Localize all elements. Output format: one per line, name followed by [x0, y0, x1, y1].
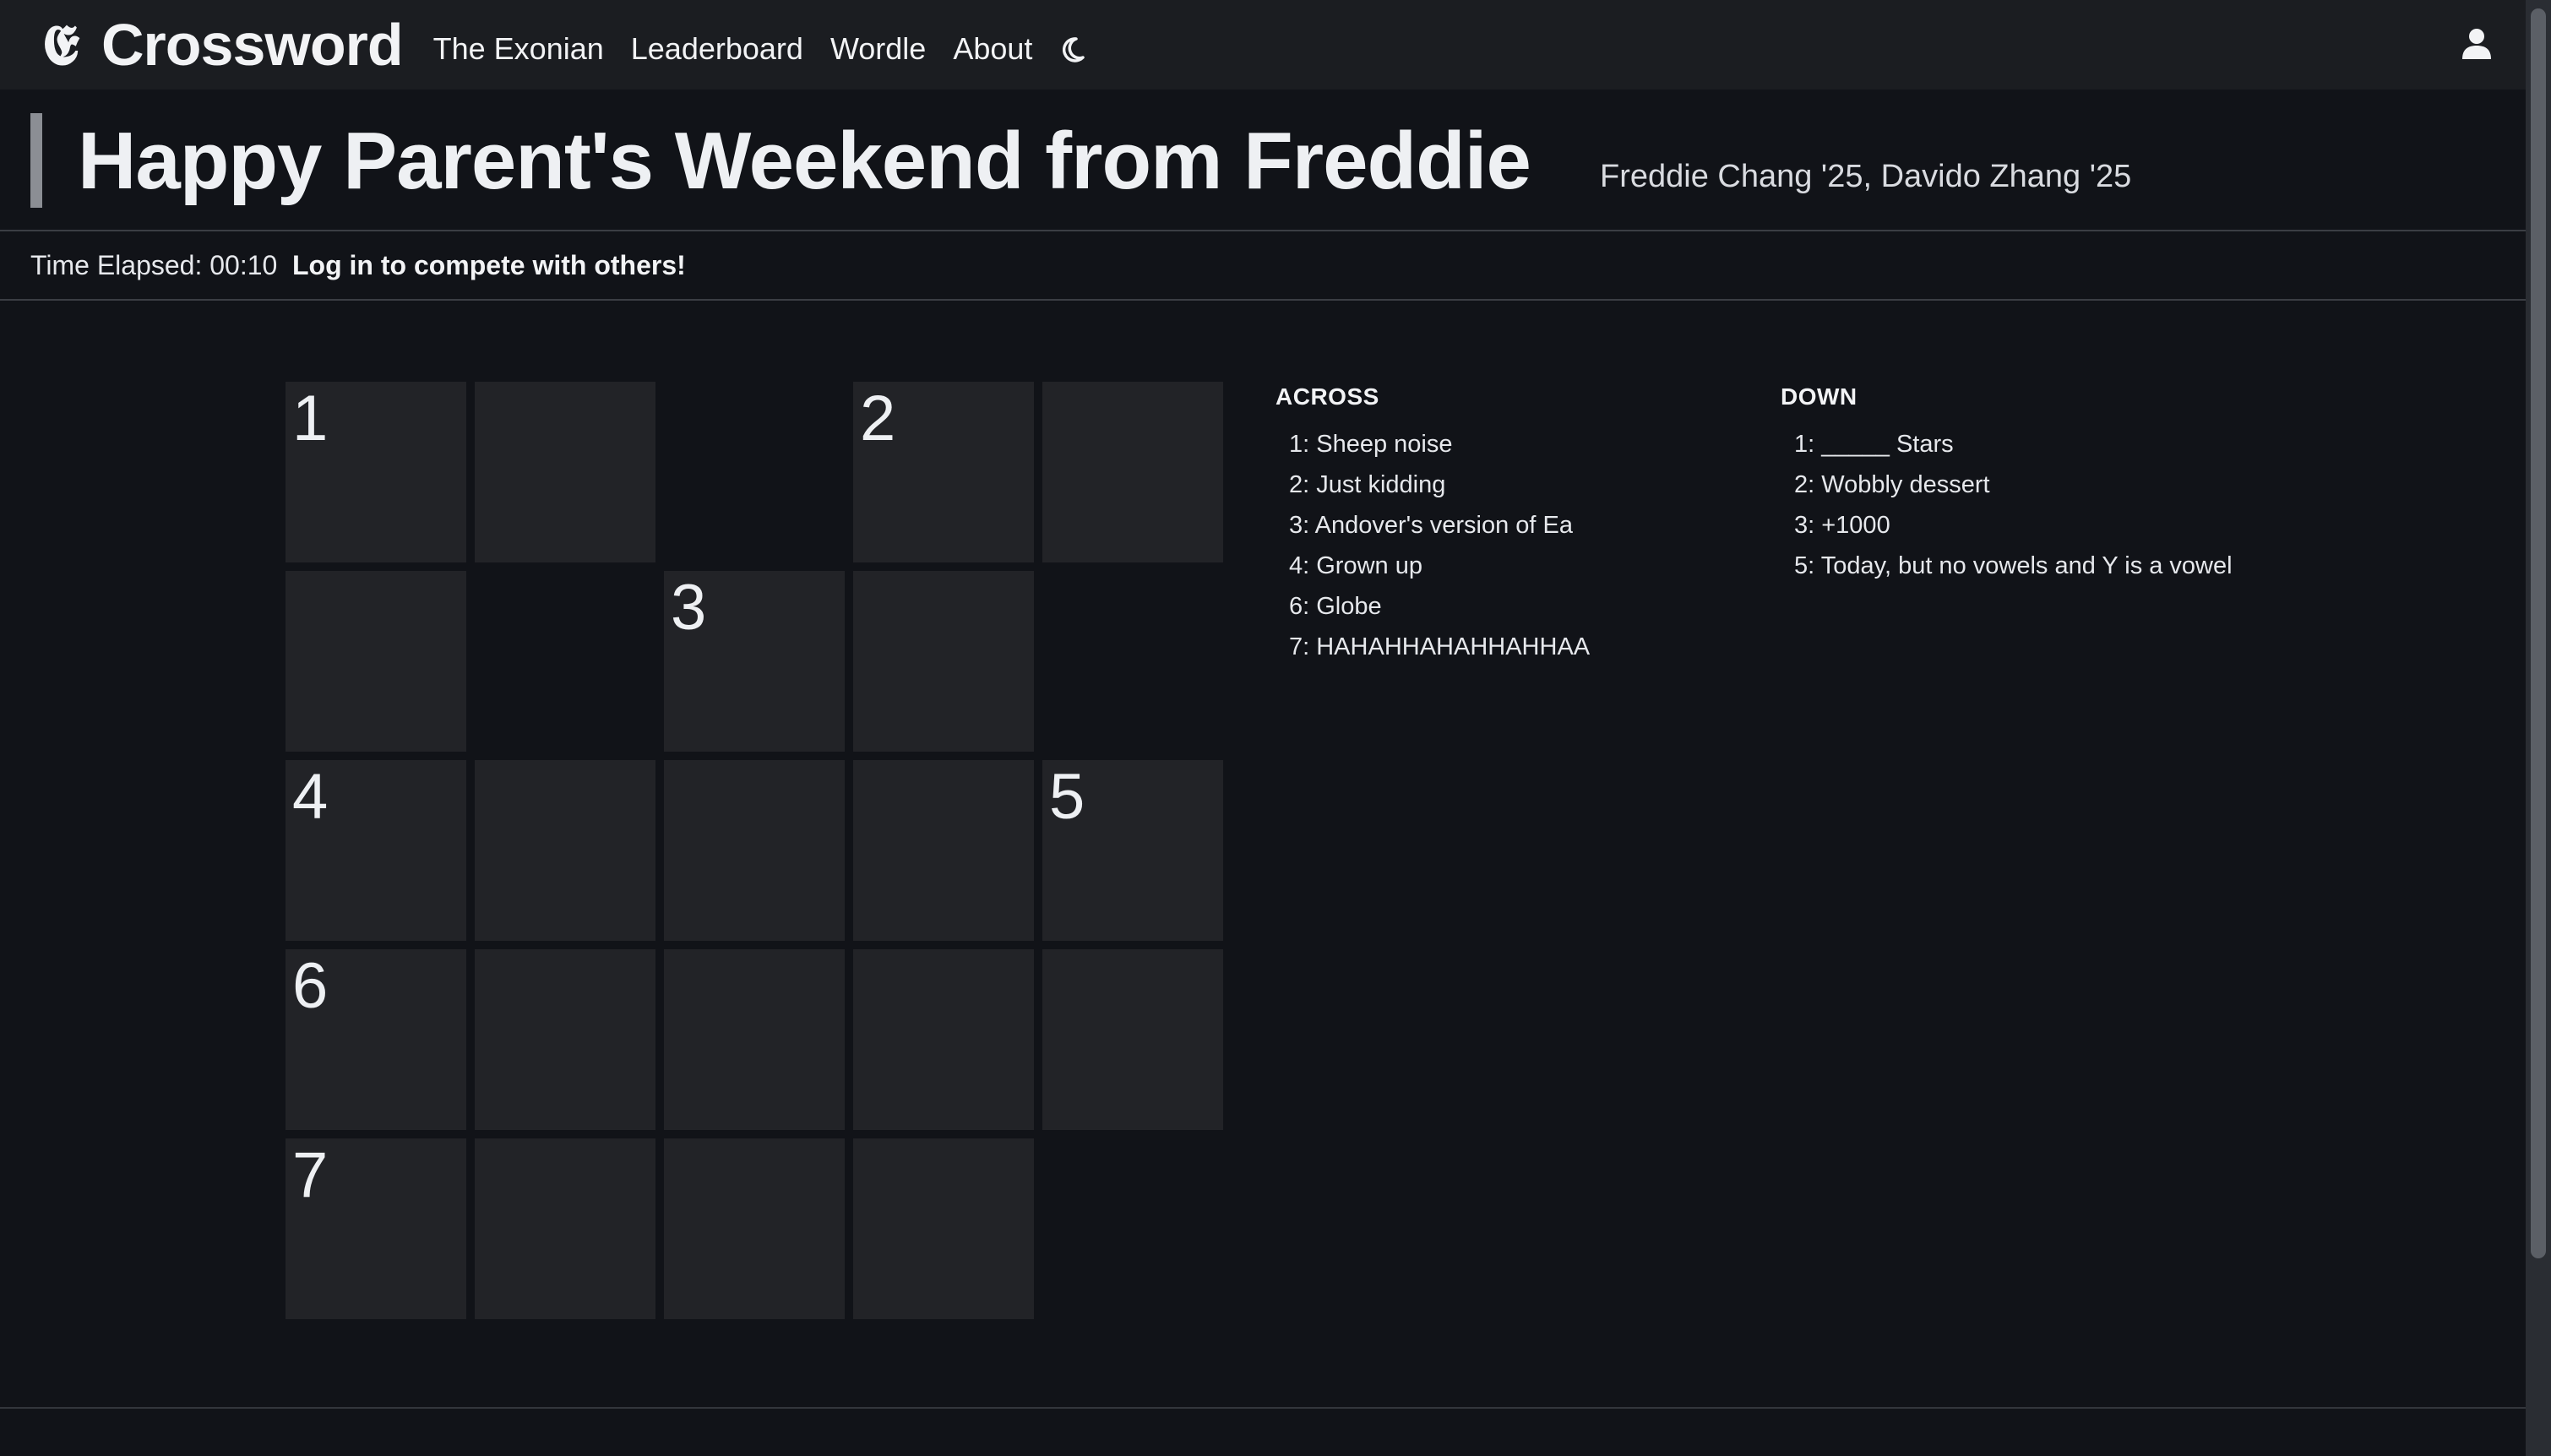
grid-cell[interactable]	[286, 571, 466, 752]
cell-number: 4	[292, 761, 329, 833]
down-heading: DOWN	[1781, 383, 1857, 410]
clue-across-4[interactable]: 4: Grown up	[1289, 546, 1590, 586]
grid-cell[interactable]: 4	[286, 760, 466, 941]
grid-cell[interactable]	[1042, 949, 1223, 1130]
clue-down-1[interactable]: 1: _____ Stars	[1794, 424, 2233, 465]
cell-number: 5	[1049, 761, 1085, 833]
grid-cell[interactable]: 2	[853, 382, 1034, 562]
grid-cell[interactable]	[475, 382, 655, 562]
user-icon[interactable]	[2460, 27, 2494, 61]
grid-cell[interactable]	[475, 1138, 655, 1319]
page-title: Happy Parent's Weekend from Freddie	[78, 116, 1531, 206]
grid-block	[664, 382, 845, 562]
grid-block	[1042, 1138, 1223, 1319]
grid-block	[475, 571, 655, 752]
nav-links: The Exonian Leaderboard Wordle About	[433, 31, 1085, 67]
clue-across-7[interactable]: 7: HAHAHHAHAHHAHHAA	[1289, 627, 1590, 667]
crossword-grid: 1 2 3 4 5 6 7	[286, 382, 1227, 1323]
clue-down-3[interactable]: 3: +1000	[1794, 505, 2233, 546]
grid-cell[interactable]	[664, 1138, 845, 1319]
clue-across-3[interactable]: 3: Andover's version of Ea	[1289, 505, 1590, 546]
grid-block	[1042, 571, 1223, 752]
across-clues: ACROSS 1: Sheep noise 2: Just kidding 3:…	[1276, 383, 1590, 667]
down-clues: DOWN 1: _____ Stars 2: Wobbly dessert 3:…	[1781, 383, 2233, 586]
clue-across-6[interactable]: 6: Globe	[1289, 586, 1590, 627]
grid-cell[interactable]	[1042, 382, 1223, 562]
clue-across-2[interactable]: 2: Just kidding	[1289, 465, 1590, 505]
grid-cell[interactable]	[475, 760, 655, 941]
page-scrollbar[interactable]	[2526, 0, 2551, 1456]
clue-down-2[interactable]: 2: Wobbly dessert	[1794, 465, 2233, 505]
brand-name: Crossword	[101, 12, 404, 78]
grid-cell[interactable]	[664, 949, 845, 1130]
cell-number: 3	[671, 572, 707, 644]
clue-across-1[interactable]: 1: Sheep noise	[1289, 424, 1590, 465]
cell-number: 6	[292, 950, 329, 1022]
title-row: Happy Parent's Weekend from Freddie Fred…	[0, 90, 2526, 231]
puzzle-authors: Freddie Chang '25, Davido Zhang '25	[1600, 159, 2132, 194]
footer-divider	[0, 1407, 2526, 1409]
grid-cell[interactable]	[853, 571, 1034, 752]
navbar: 𝕰 Crossword The Exonian Leaderboard Word…	[0, 0, 2526, 90]
cell-number: 2	[860, 383, 896, 454]
clue-down-5[interactable]: 5: Today, but no vowels and Y is a vowel	[1794, 546, 2233, 586]
grid-cell[interactable]: 1	[286, 382, 466, 562]
grid-cell[interactable]	[475, 949, 655, 1130]
grid-cell[interactable]	[664, 760, 845, 941]
nav-link-leaderboard[interactable]: Leaderboard	[631, 31, 803, 67]
exonian-logo-icon: 𝕰	[42, 12, 79, 78]
nav-link-wordle[interactable]: Wordle	[830, 31, 926, 67]
time-elapsed: Time Elapsed: 00:10	[30, 250, 278, 280]
grid-cell[interactable]	[853, 760, 1034, 941]
nav-link-the-exonian[interactable]: The Exonian	[433, 31, 604, 67]
grid-cell[interactable]: 3	[664, 571, 845, 752]
grid-cell[interactable]: 7	[286, 1138, 466, 1319]
title-accent-bar	[30, 113, 42, 208]
grid-cell[interactable]	[853, 1138, 1034, 1319]
brand-link[interactable]: 𝕰 Crossword	[37, 11, 404, 79]
moon-icon[interactable]	[1063, 37, 1085, 62]
cell-number: 1	[292, 383, 329, 454]
status-row: Time Elapsed: 00:10 Log in to compete wi…	[0, 231, 2526, 301]
across-heading: ACROSS	[1276, 383, 1379, 410]
login-link[interactable]: Log in to compete with others!	[292, 250, 686, 281]
grid-cell[interactable]: 6	[286, 949, 466, 1130]
grid-cell[interactable]: 5	[1042, 760, 1223, 941]
grid-cell[interactable]	[853, 949, 1034, 1130]
scrollbar-thumb[interactable]	[2531, 8, 2546, 1258]
cell-number: 7	[292, 1139, 329, 1211]
nav-link-about[interactable]: About	[953, 31, 1032, 67]
